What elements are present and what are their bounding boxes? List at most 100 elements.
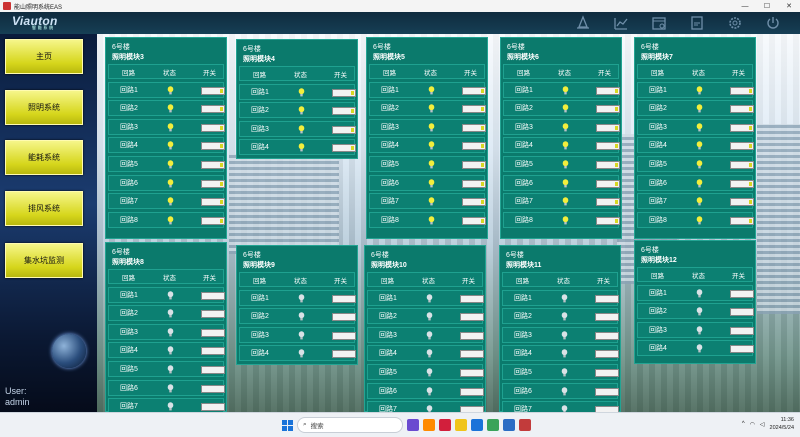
settings-icon[interactable] <box>726 14 744 32</box>
circuit-switch[interactable] <box>730 105 754 114</box>
circuit-switch[interactable] <box>460 368 484 377</box>
circuit-switch[interactable] <box>595 350 619 359</box>
circuit-switch[interactable] <box>596 216 620 225</box>
circuit-switch[interactable] <box>730 345 754 354</box>
circuit-switch[interactable] <box>332 350 356 359</box>
sidebar: 主页 照明系统 能耗系统 排风系统 集水坑监测 User: admin <box>0 34 97 412</box>
circuit-switch[interactable] <box>201 403 225 412</box>
taskbar-app-icon[interactable] <box>519 419 531 431</box>
bulb-off-icon <box>167 365 174 374</box>
circuit-switch[interactable] <box>332 313 356 322</box>
circuit-switch[interactable] <box>201 365 225 374</box>
circuit-switch[interactable] <box>201 105 225 114</box>
circuit-switch[interactable] <box>595 313 619 322</box>
circuit-switch[interactable] <box>332 88 356 97</box>
taskbar-app-icon[interactable] <box>471 419 483 431</box>
circuit-switch[interactable] <box>332 125 356 134</box>
bulb-on-icon <box>562 104 569 113</box>
circuit-switch[interactable] <box>462 142 486 151</box>
circuit-switch[interactable] <box>596 123 620 132</box>
circuit-switch[interactable] <box>460 294 484 303</box>
circuit-switch[interactable] <box>201 179 225 188</box>
circuit-switch[interactable] <box>730 289 754 298</box>
maximize-button[interactable]: ☐ <box>756 0 778 12</box>
sidebar-item-energy[interactable]: 能耗系统 <box>5 140 83 175</box>
document-icon[interactable] <box>688 14 706 32</box>
taskbar-app-icon[interactable] <box>423 419 435 431</box>
circuit-switch[interactable] <box>201 216 225 225</box>
circuit-switch[interactable] <box>462 160 486 169</box>
circuit-switch[interactable] <box>201 310 225 319</box>
minimize-button[interactable]: — <box>734 0 756 12</box>
circuit-switch[interactable] <box>332 331 356 340</box>
circuit-switch[interactable] <box>596 160 620 169</box>
circuit-switch[interactable] <box>460 350 484 359</box>
circuit-switch[interactable] <box>201 123 225 132</box>
circuit-switch[interactable] <box>596 86 620 95</box>
sidebar-item-lighting[interactable]: 照明系统 <box>5 90 83 125</box>
circuit-row: 回路3 <box>503 118 620 135</box>
circuit-row: 回路1 <box>369 81 486 98</box>
circuit-switch[interactable] <box>201 86 225 95</box>
circuit-switch[interactable] <box>332 107 356 116</box>
volume-icon[interactable]: ◁ <box>760 421 765 428</box>
power-icon[interactable] <box>764 14 782 32</box>
circuit-switch[interactable] <box>730 308 754 317</box>
circuit-switch[interactable] <box>730 216 754 225</box>
circuit-switch[interactable] <box>596 142 620 151</box>
taskbar-app-icon[interactable] <box>503 419 515 431</box>
sidebar-item-home[interactable]: 主页 <box>5 39 83 74</box>
circuit-switch[interactable] <box>201 291 225 300</box>
circuit-switch[interactable] <box>462 105 486 114</box>
circuit-switch[interactable] <box>462 179 486 188</box>
close-button[interactable]: ✕ <box>778 0 800 12</box>
bell-icon[interactable] <box>574 14 592 32</box>
circuit-switch[interactable] <box>332 144 356 153</box>
bulb-on-icon <box>696 85 703 94</box>
circuit-switch[interactable] <box>730 326 754 335</box>
circuit-switch[interactable] <box>462 86 486 95</box>
circuit-switch[interactable] <box>201 347 225 356</box>
circuit-row: 回路2 <box>503 100 620 117</box>
circuit-switch[interactable] <box>201 160 225 169</box>
folder-icon[interactable] <box>455 419 467 431</box>
circuit-switch[interactable] <box>595 331 619 340</box>
calendar-icon[interactable] <box>650 14 668 32</box>
chart-icon[interactable] <box>612 14 630 32</box>
circuit-switch[interactable] <box>730 160 754 169</box>
wifi-icon[interactable]: ◠ <box>750 421 755 428</box>
circuit-switch[interactable] <box>596 105 620 114</box>
circuit-switch[interactable] <box>332 294 356 303</box>
circuit-switch[interactable] <box>460 313 484 322</box>
taskbar-search[interactable]: ⌕ 搜索 <box>297 417 403 433</box>
circuit-switch[interactable] <box>460 331 484 340</box>
sidebar-item-sump-pit[interactable]: 集水坑监测 <box>5 243 83 278</box>
sidebar-item-exhaust[interactable]: 排风系统 <box>5 191 83 226</box>
circuit-switch[interactable] <box>596 179 620 188</box>
circuit-switch[interactable] <box>201 142 225 151</box>
taskbar-app-icon[interactable] <box>487 419 499 431</box>
circuit-switch[interactable] <box>730 198 754 207</box>
circuit-switch[interactable] <box>595 387 619 396</box>
circuit-switch[interactable] <box>462 198 486 207</box>
circuit-switch[interactable] <box>596 198 620 207</box>
circuit-switch[interactable] <box>730 123 754 132</box>
start-button[interactable] <box>282 419 293 431</box>
circuit-switch[interactable] <box>730 179 754 188</box>
circuit-switch[interactable] <box>201 328 225 337</box>
circuit-switch[interactable] <box>201 198 225 207</box>
taskbar-app-icon[interactable] <box>407 419 419 431</box>
circuit-row: 回路4 <box>502 345 619 362</box>
chevron-up-icon[interactable]: ^ <box>742 421 745 427</box>
circuit-switch[interactable] <box>201 384 225 393</box>
circuit-switch[interactable] <box>595 294 619 303</box>
circuit-switch[interactable] <box>730 142 754 151</box>
bulb-on-icon <box>562 197 569 206</box>
circuit-switch[interactable] <box>460 387 484 396</box>
taskbar-app-icon[interactable] <box>439 419 451 431</box>
clock[interactable]: 11:36 2024/5/24 <box>770 416 794 432</box>
circuit-switch[interactable] <box>462 216 486 225</box>
circuit-switch[interactable] <box>462 123 486 132</box>
circuit-switch[interactable] <box>595 368 619 377</box>
circuit-switch[interactable] <box>730 86 754 95</box>
